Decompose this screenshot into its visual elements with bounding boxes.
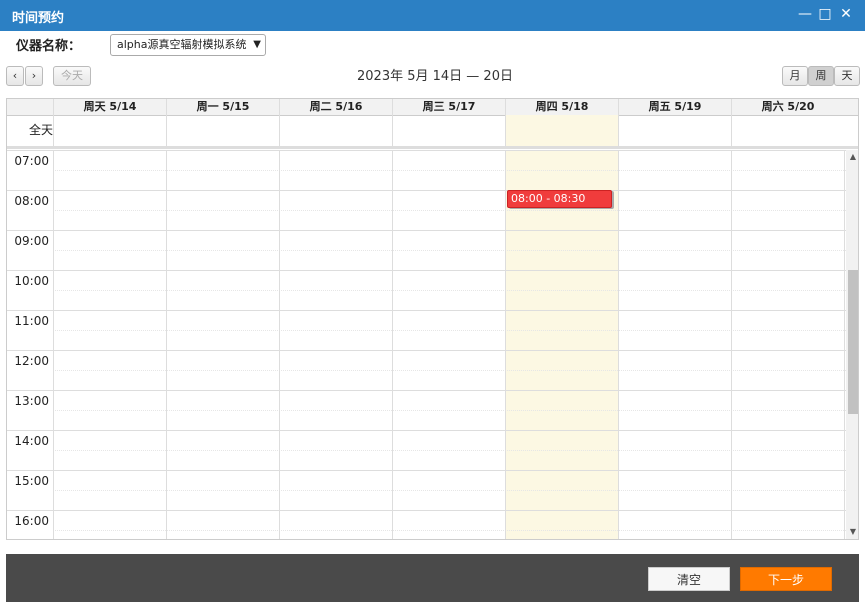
day-header-row: 周天 5/14 周一 5/15 周二 5/16 周三 5/17 周四 5/18 周五 5/… — [7, 99, 858, 116]
close-icon[interactable]: ✕ — [837, 5, 855, 23]
all-day-cell-3[interactable] — [392, 115, 505, 146]
column-divider — [279, 150, 280, 539]
column-divider — [392, 150, 393, 539]
column-divider — [53, 150, 54, 539]
instrument-select[interactable]: alpha源真空辐射模拟系统 ▼ — [110, 34, 266, 56]
maximize-icon[interactable]: □ — [816, 5, 834, 23]
hour-row: 10:00 — [7, 270, 846, 310]
hour-label: 09:00 — [14, 234, 49, 248]
all-day-row: 全天 — [7, 115, 858, 149]
hour-label: 12:00 — [14, 354, 49, 368]
hour-row: 07:00 — [7, 150, 846, 190]
week-calendar: 周天 5/14 周一 5/15 周二 5/16 周三 5/17 周四 5/18 周五 5/… — [6, 98, 859, 540]
hour-label: 08:00 — [14, 194, 49, 208]
scroll-up-icon[interactable]: ▲ — [846, 152, 858, 164]
view-week-button[interactable]: 周 — [808, 66, 834, 86]
all-day-cell-1[interactable] — [166, 115, 279, 146]
hour-row: 09:00 — [7, 230, 846, 270]
hour-label: 13:00 — [14, 394, 49, 408]
hour-row: 12:00 — [7, 350, 846, 390]
column-divider — [731, 150, 732, 539]
vertical-scrollbar[interactable]: ▲ ▼ — [846, 150, 858, 539]
chevron-down-icon: ▼ — [253, 39, 261, 50]
column-divider — [618, 150, 619, 539]
scroll-down-icon[interactable]: ▼ — [846, 527, 858, 539]
instrument-row: 仪器名称： alpha源真空辐射模拟系统 ▼ — [0, 32, 865, 60]
clear-button[interactable]: 清空 — [648, 567, 730, 591]
next-step-button[interactable]: 下一步 — [740, 567, 832, 591]
day-header-1: 周一 5/15 — [166, 99, 279, 115]
hour-label: 14:00 — [14, 434, 49, 448]
column-divider — [166, 150, 167, 539]
day-header-0: 周天 5/14 — [53, 99, 166, 115]
hour-label: 07:00 — [14, 154, 49, 168]
instrument-selected-value: alpha源真空辐射模拟系统 — [117, 38, 247, 51]
instrument-label: 仪器名称： — [16, 39, 82, 54]
all-day-cell-6[interactable] — [731, 115, 844, 146]
hour-label: 15:00 — [14, 474, 49, 488]
all-day-cell-4[interactable] — [505, 115, 618, 146]
today-button[interactable]: 今天 — [53, 66, 91, 86]
hour-row: 11:00 — [7, 310, 846, 350]
all-day-cell-2[interactable] — [279, 115, 392, 146]
title-bar: 时间预约 — □ ✕ — [0, 0, 865, 31]
all-day-cell-5[interactable] — [618, 115, 731, 146]
footer-bar: 清空 下一步 — [6, 554, 859, 602]
view-month-button[interactable]: 月 — [782, 66, 808, 86]
hour-row: 08:00 — [7, 190, 846, 230]
window-title: 时间预约 — [12, 11, 65, 26]
time-grid[interactable]: 07:00 08:00 09:00 10:00 11:00 12:00 13:00 14:00… — [7, 150, 858, 539]
date-range-title: 2023年 5月 14日 — 20日 — [357, 69, 513, 84]
hour-row: 14:00 — [7, 430, 846, 470]
hour-row: 13:00 — [7, 390, 846, 430]
day-header-3: 周三 5/17 — [392, 99, 505, 115]
day-header-2: 周二 5/16 — [279, 99, 392, 115]
calendar-toolbar: ‹ › 今天 2023年 5月 14日 — 20日 月 周 天 — [0, 64, 865, 90]
all-day-label: 全天 — [28, 123, 53, 137]
all-day-cell-0[interactable] — [53, 115, 166, 146]
day-header-4: 周四 5/18 — [505, 99, 618, 115]
hour-label: 11:00 — [14, 314, 49, 328]
column-divider — [844, 150, 845, 539]
day-header-5: 周五 5/19 — [618, 99, 731, 115]
hour-label: 16:00 — [14, 514, 49, 528]
hour-row: 16:00 — [7, 510, 846, 539]
hour-row: 15:00 — [7, 470, 846, 510]
prev-week-button[interactable]: ‹ — [6, 66, 24, 86]
view-day-button[interactable]: 天 — [834, 66, 860, 86]
hour-label: 10:00 — [14, 274, 49, 288]
day-header-6: 周六 5/20 — [731, 99, 844, 115]
scroll-thumb[interactable] — [848, 270, 858, 414]
minimize-icon[interactable]: — — [796, 5, 814, 23]
booking-event[interactable]: 08:00 - 08:30 — [507, 190, 612, 208]
column-divider — [505, 150, 506, 539]
next-week-button[interactable]: › — [25, 66, 43, 86]
